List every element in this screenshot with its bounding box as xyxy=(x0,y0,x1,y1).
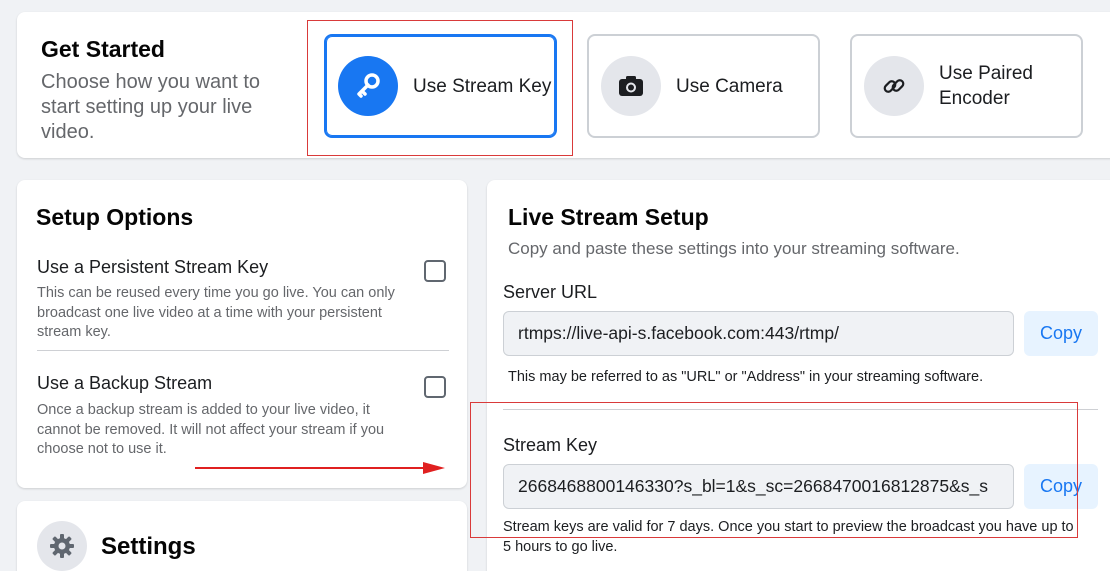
live-stream-setup-subtitle: Copy and paste these settings into your … xyxy=(508,239,960,258)
use-camera-option[interactable]: Use Camera xyxy=(587,34,820,138)
stream-key-hint: Stream keys are valid for 7 days. Once y… xyxy=(503,519,1074,555)
stream-key-field[interactable]: 2668468800146330?s_bl=1&s_sc=26684700168… xyxy=(503,464,1014,509)
divider xyxy=(503,409,1098,410)
server-url-field[interactable]: rtmps://live-api-s.facebook.com:443/rtmp… xyxy=(503,311,1014,356)
copy-server-url-button[interactable]: Copy xyxy=(1024,311,1098,356)
get-started-card: Get Started Choose how you want to start… xyxy=(17,12,1110,158)
stream-key-label: Stream Key xyxy=(503,435,598,455)
key-icon xyxy=(338,56,398,116)
backup-stream-checkbox[interactable] xyxy=(424,376,446,398)
settings-card[interactable]: Settings xyxy=(17,501,467,571)
get-started-title: Get Started xyxy=(41,36,165,62)
link-icon xyxy=(864,56,924,116)
use-stream-key-label: Use Stream Key xyxy=(413,75,552,97)
get-started-subtitle: Choose how you want to start setting up … xyxy=(41,71,261,143)
settings-title: Settings xyxy=(101,533,196,560)
backup-stream-description: Once a backup stream is added to your li… xyxy=(37,402,385,457)
setup-options-title: Setup Options xyxy=(36,204,194,230)
copy-stream-key-button[interactable]: Copy xyxy=(1024,464,1098,509)
persistent-key-title: Use a Persistent Stream Key xyxy=(37,257,269,277)
live-stream-setup-title: Live Stream Setup xyxy=(508,204,709,230)
use-paired-encoder-option[interactable]: Use Paired Encoder xyxy=(850,34,1083,138)
divider xyxy=(37,350,449,351)
use-paired-encoder-label: Use Paired Encoder xyxy=(939,63,1033,109)
persistent-key-description: This can be reused every time you go liv… xyxy=(37,285,395,340)
backup-stream-title: Use a Backup Stream xyxy=(37,373,213,393)
gear-icon xyxy=(37,521,87,571)
server-url-label: Server URL xyxy=(503,282,598,302)
camera-icon xyxy=(601,56,661,116)
setup-options-card: Setup Options Use a Persistent Stream Ke… xyxy=(17,180,467,488)
live-stream-setup-card: Live Stream Setup Copy and paste these s… xyxy=(487,180,1110,571)
use-stream-key-option[interactable]: Use Stream Key xyxy=(324,34,557,138)
persistent-key-checkbox[interactable] xyxy=(424,260,446,282)
server-url-hint: This may be referred to as "URL" or "Add… xyxy=(508,369,984,385)
use-camera-label: Use Camera xyxy=(676,75,783,97)
annotation-arrow-icon xyxy=(195,462,445,474)
